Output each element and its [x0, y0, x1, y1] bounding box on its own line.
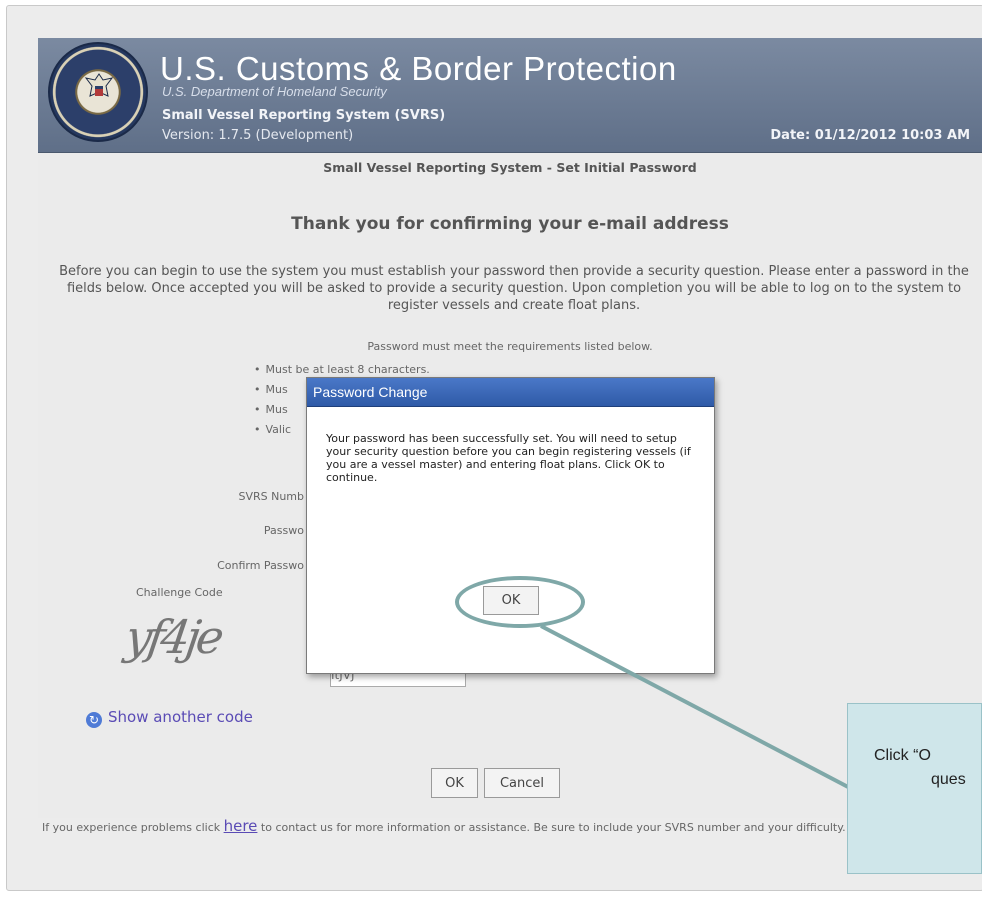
callout-line-1: Click “O	[874, 747, 931, 764]
callout-line-2: ques	[931, 771, 966, 788]
instruction-callout: Click “O ques	[847, 703, 982, 874]
callout-connector-line	[540, 624, 851, 790]
callout-text: Click “O ques	[874, 744, 981, 792]
